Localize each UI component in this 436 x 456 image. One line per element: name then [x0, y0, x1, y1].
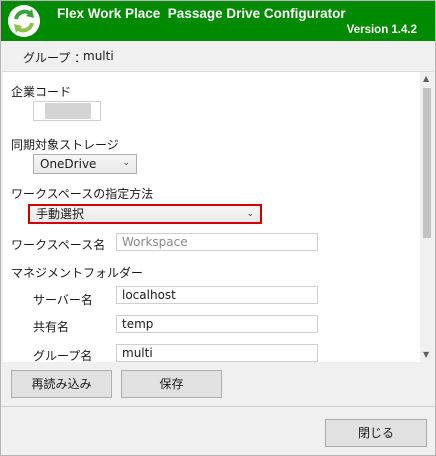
close-button[interactable]: 閉じる: [325, 419, 427, 447]
server-name-input[interactable]: localhost: [116, 286, 318, 304]
group-header: グループ ： multi: [1, 41, 435, 71]
sync-storage-value: OneDrive: [40, 157, 97, 171]
workspace-name-label: ワークスペース名: [11, 238, 106, 252]
workspace-method-select[interactable]: 手動選択 ⌄: [28, 204, 262, 224]
settings-panel: 企業コード 同期対象ストレージ OneDrive ⌄ ワークスペースの指定方法 …: [3, 71, 434, 362]
chevron-down-icon: ⌄: [246, 209, 254, 219]
save-button[interactable]: 保存: [121, 370, 222, 398]
share-name-label: 共有名: [33, 320, 70, 334]
scroll-down-icon[interactable]: ▼: [423, 350, 429, 359]
company-code-label: 企業コード: [11, 85, 72, 99]
footer-divider: [1, 406, 435, 407]
app-version: Version 1.4.2: [346, 24, 417, 36]
app-title: Flex Work Place Passage Drive Configurat…: [57, 6, 346, 21]
configurator-window: Flex Work Place Passage Drive Configurat…: [0, 0, 436, 456]
management-folder-label: マネジメントフォルダー: [11, 266, 144, 280]
sync-storage-select[interactable]: OneDrive ⌄: [33, 154, 137, 174]
company-code-field[interactable]: [33, 101, 101, 121]
server-name-label: サーバー名: [33, 293, 93, 307]
group-name-input[interactable]: multi: [116, 344, 318, 362]
group-name-label: グループ名: [33, 349, 93, 362]
scroll-up-icon[interactable]: ▲: [423, 74, 429, 83]
share-name-input[interactable]: temp: [116, 315, 318, 333]
sync-logo-icon: [7, 4, 41, 38]
group-value: multi: [83, 49, 114, 63]
title-bar: Flex Work Place Passage Drive Configurat…: [1, 1, 435, 41]
workspace-name-input[interactable]: Workspace: [116, 233, 318, 251]
vertical-scrollbar[interactable]: ▲ ▼: [420, 72, 434, 362]
sync-storage-label: 同期対象ストレージ: [11, 138, 119, 152]
reload-button[interactable]: 再読み込み: [11, 370, 112, 398]
group-label: グループ ：: [23, 51, 87, 65]
chevron-down-icon: ⌄: [122, 158, 130, 168]
workspace-method-value: 手動選択: [36, 207, 85, 221]
scroll-thumb[interactable]: [423, 88, 431, 238]
workspace-method-label: ワークスペースの指定方法: [11, 187, 154, 201]
company-code-redacted: [45, 103, 91, 119]
